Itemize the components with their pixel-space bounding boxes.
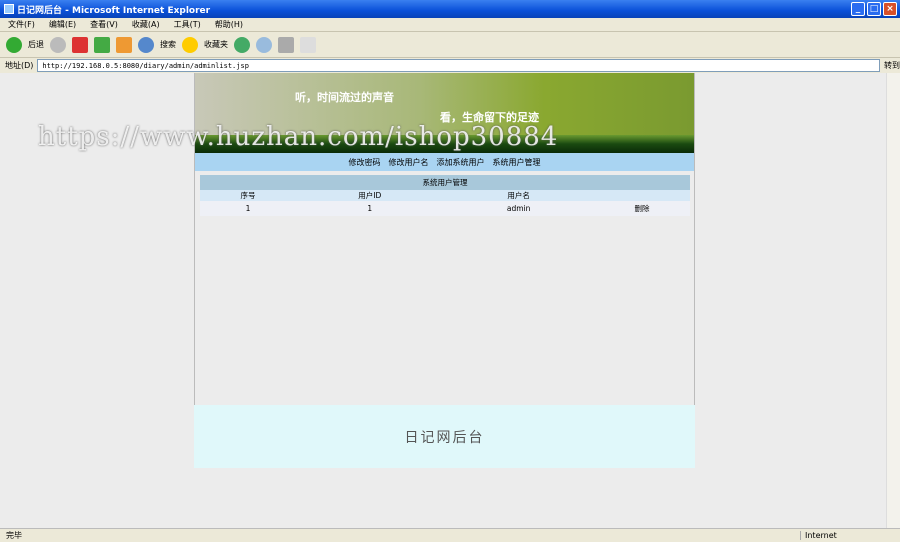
refresh-icon[interactable]: [94, 36, 110, 53]
home-icon[interactable]: [116, 36, 132, 53]
back-button[interactable]: 后退: [28, 39, 44, 50]
minimize-button[interactable]: _: [851, 2, 865, 16]
banner-line1: 听，时间流过的声音: [295, 91, 394, 104]
menu-file[interactable]: 文件(F): [8, 19, 35, 30]
close-button[interactable]: ×: [883, 2, 897, 16]
user-table: 系统用户管理 序号 用户ID 用户名 1 1 admin 删除: [200, 175, 690, 216]
title-bar: 日记网后台 - Microsoft Internet Explorer _ □ ×: [0, 0, 900, 18]
nav-add-user[interactable]: 添加系统用户: [437, 157, 485, 168]
nav-change-password[interactable]: 修改密码: [349, 157, 381, 168]
status-text: 完毕: [6, 531, 22, 540]
table-row: 1 1 admin 删除: [200, 201, 690, 216]
menu-bar: 文件(F) 编辑(E) 查看(V) 收藏(A) 工具(T) 帮助(H): [0, 18, 900, 32]
delete-link[interactable]: 删除: [634, 204, 649, 213]
cell-name: admin: [443, 201, 594, 216]
forward-icon[interactable]: [50, 36, 66, 53]
menu-help[interactable]: 帮助(H): [215, 19, 243, 30]
menu-favorites[interactable]: 收藏(A): [132, 19, 160, 30]
ie-icon: [4, 4, 14, 14]
header-no: 序号: [200, 190, 297, 201]
security-zone: Internet: [800, 531, 900, 540]
history-icon[interactable]: [234, 36, 250, 53]
cell-no: 1: [200, 201, 297, 216]
toolbar: 后退 搜索 收藏夹: [0, 32, 900, 58]
maximize-button[interactable]: □: [867, 2, 881, 16]
search-button[interactable]: 搜索: [160, 39, 176, 50]
favorites-button[interactable]: 收藏夹: [204, 39, 228, 50]
address-label: 地址(D): [5, 61, 34, 70]
cell-id: 1: [296, 201, 444, 216]
nav-change-username[interactable]: 修改用户名: [389, 157, 429, 168]
star-icon[interactable]: [182, 36, 198, 53]
footer: 日记网后台: [194, 405, 695, 468]
menu-view[interactable]: 查看(V): [90, 19, 118, 30]
header-name: 用户名: [443, 190, 594, 201]
address-bar: 地址(D) http://192.168.0.5:8080/diary/admi…: [0, 58, 900, 73]
window-title: 日记网后台 - Microsoft Internet Explorer: [17, 5, 211, 16]
header-id: 用户ID: [296, 190, 444, 201]
stop-icon[interactable]: [72, 36, 88, 53]
table-caption: 系统用户管理: [200, 175, 690, 190]
header-action: [593, 190, 690, 201]
print-icon[interactable]: [278, 36, 294, 53]
menu-tools[interactable]: 工具(T): [174, 19, 201, 30]
back-icon[interactable]: [6, 36, 22, 53]
nav-user-management[interactable]: 系统用户管理: [493, 157, 541, 168]
edit-icon[interactable]: [300, 36, 316, 53]
address-input[interactable]: http://192.168.0.5:8080/diary/admin/admi…: [42, 62, 249, 70]
nav-bar: 修改密码 修改用户名 添加系统用户 系统用户管理: [195, 153, 694, 171]
vertical-scrollbar[interactable]: [886, 73, 900, 528]
watermark: https://www.huzhan.com/ishop30884: [38, 122, 559, 152]
go-button[interactable]: 转到: [884, 60, 900, 71]
menu-edit[interactable]: 编辑(E): [49, 19, 76, 30]
search-icon[interactable]: [138, 36, 154, 53]
mail-icon[interactable]: [256, 36, 272, 53]
status-bar: 完毕 Internet: [0, 528, 900, 542]
